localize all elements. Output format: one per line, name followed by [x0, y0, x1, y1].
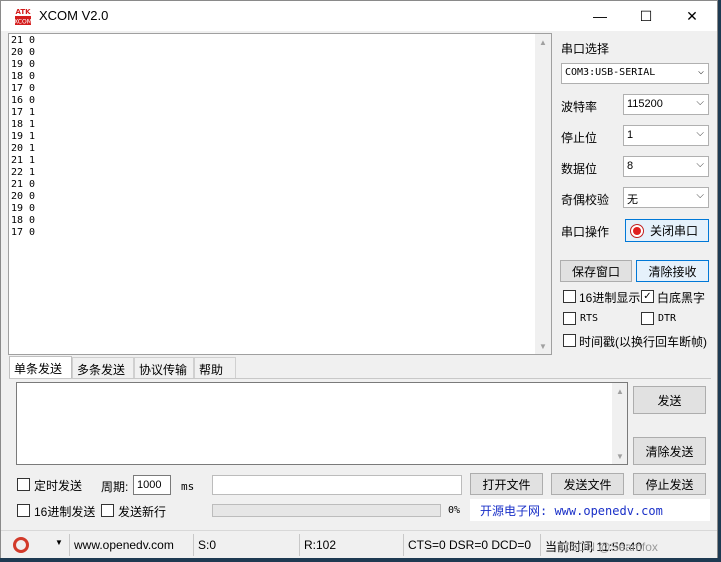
send-newline-checkbox[interactable] [101, 504, 114, 517]
scroll-down-icon[interactable]: ▼ [535, 338, 551, 354]
site-link[interactable]: 开源电子网: www.openedv.com [470, 499, 710, 521]
status-lines: CTS=0 DSR=0 DCD=0 [403, 534, 540, 556]
stop-send-button[interactable]: 停止发送 [633, 473, 706, 495]
tab-multi-send[interactable]: 多条发送 [72, 357, 134, 379]
tab-help[interactable]: 帮助 [194, 357, 236, 379]
send-textarea[interactable]: ▲ ▼ [16, 382, 628, 465]
hex-display-checkbox[interactable] [563, 290, 576, 303]
tab-protocol[interactable]: 协议传输 [134, 357, 194, 379]
databits-label: 数据位 [561, 162, 598, 176]
chevron-down-icon: ⌵ [696, 190, 704, 201]
send-file-button[interactable]: 发送文件 [551, 473, 624, 495]
send-button[interactable]: 发送 [633, 386, 706, 414]
app-logo-icon: ATK XCOM [14, 6, 32, 26]
receive-text: 21 0 20 0 19 0 18 0 17 0 16 0 17 1 18 1 … [11, 35, 36, 238]
status-website: www.openedv.com [69, 534, 193, 556]
checkmark-icon: ✓ [643, 291, 652, 302]
maximize-button[interactable]: ☐ [623, 1, 669, 31]
white-bg-checkbox[interactable]: ✓ [641, 290, 654, 303]
send-progress-bar [212, 504, 441, 517]
databits-select[interactable]: 8 ⌵ [623, 156, 709, 177]
parity-value: 无 [627, 194, 638, 206]
window-title: XCOM V2.0 [39, 8, 109, 23]
timed-send-label: 定时发送 [34, 479, 83, 493]
save-window-button[interactable]: 保存窗口 [560, 260, 632, 282]
clear-receive-button[interactable]: 清除接收 [636, 260, 709, 282]
dtr-label: DTR [658, 313, 677, 324]
watermark: CSDN @Seamfox [561, 540, 658, 554]
clear-send-button[interactable]: 清除发送 [633, 437, 706, 465]
port-op-label: 串口操作 [561, 225, 610, 239]
port-led-icon [630, 223, 644, 238]
white-bg-label: 白底黑字 [657, 291, 706, 305]
scroll-up-icon[interactable]: ▲ [535, 34, 551, 50]
period-label: 周期: [101, 480, 129, 494]
status-bar: ▼ www.openedv.com S:0 R:102 CTS=0 DSR=0 … [1, 530, 717, 558]
file-path-input[interactable] [212, 475, 462, 495]
port-select[interactable]: COM3:USB-SERIAL ⌵ [561, 63, 709, 84]
period-input[interactable]: 1000 [133, 475, 171, 495]
period-unit: ms [181, 480, 195, 493]
status-sent: S:0 [193, 534, 299, 556]
chevron-down-icon: ⌵ [696, 97, 704, 108]
chevron-down-icon[interactable]: ▼ [55, 538, 63, 547]
close-port-button[interactable]: 关闭串口 [625, 219, 709, 242]
hex-send-checkbox[interactable] [17, 504, 30, 517]
chevron-down-icon: ⌵ [696, 159, 704, 170]
hex-display-label: 16进制显示 [579, 291, 641, 305]
stopbits-label: 停止位 [561, 131, 598, 145]
rts-label: RTS [580, 313, 599, 324]
receive-textarea[interactable]: 21 0 20 0 19 0 18 0 17 0 16 0 17 1 18 1 … [8, 33, 552, 355]
timed-send-checkbox[interactable] [17, 478, 30, 491]
close-port-label: 关闭串口 [650, 224, 699, 238]
tab-single-send[interactable]: 单条发送 [9, 356, 72, 379]
baud-value: 115200 [627, 98, 663, 110]
baud-label: 波特率 [561, 100, 598, 114]
send-scrollbar[interactable]: ▲ ▼ [612, 383, 627, 464]
title-bar: ATK XCOM XCOM V2.0 — ☐ ✕ [1, 1, 717, 31]
settings-area[interactable]: ▼ [9, 534, 69, 556]
baud-select[interactable]: 115200 ⌵ [623, 94, 709, 115]
tab-divider [9, 378, 711, 379]
port-select-label: 串口选择 [561, 42, 610, 56]
send-newline-label: 发送新行 [118, 505, 167, 519]
svg-text:ATK: ATK [15, 8, 31, 16]
minimize-button[interactable]: — [577, 1, 623, 31]
status-received: R:102 [299, 534, 403, 556]
open-file-button[interactable]: 打开文件 [470, 473, 543, 495]
timestamp-checkbox[interactable] [563, 334, 576, 347]
receive-scrollbar[interactable]: ▲ ▼ [535, 34, 551, 354]
chevron-down-icon: ⌵ [697, 66, 704, 77]
databits-value: 8 [627, 160, 634, 172]
stopbits-value: 1 [627, 129, 634, 141]
gear-icon[interactable] [13, 537, 29, 553]
chevron-down-icon: ⌵ [696, 128, 704, 139]
hex-send-label: 16进制发送 [34, 505, 96, 519]
port-select-value: COM3:USB-SERIAL [565, 67, 656, 78]
progress-text: 0% [448, 505, 461, 516]
stopbits-select[interactable]: 1 ⌵ [623, 125, 709, 146]
rts-checkbox[interactable] [563, 312, 576, 325]
svg-text:XCOM: XCOM [14, 19, 32, 26]
scroll-down-icon[interactable]: ▼ [612, 448, 628, 464]
parity-label: 奇偶校验 [561, 193, 610, 207]
xcom-window: ATK XCOM XCOM V2.0 — ☐ ✕ 21 0 20 0 19 0 … [0, 0, 718, 558]
parity-select[interactable]: 无 ⌵ [623, 187, 709, 208]
close-window-button[interactable]: ✕ [669, 1, 715, 31]
scroll-up-icon[interactable]: ▲ [612, 383, 628, 399]
timestamp-label: 时间戳(以换行回车断帧) [579, 335, 707, 349]
dtr-checkbox[interactable] [641, 312, 654, 325]
